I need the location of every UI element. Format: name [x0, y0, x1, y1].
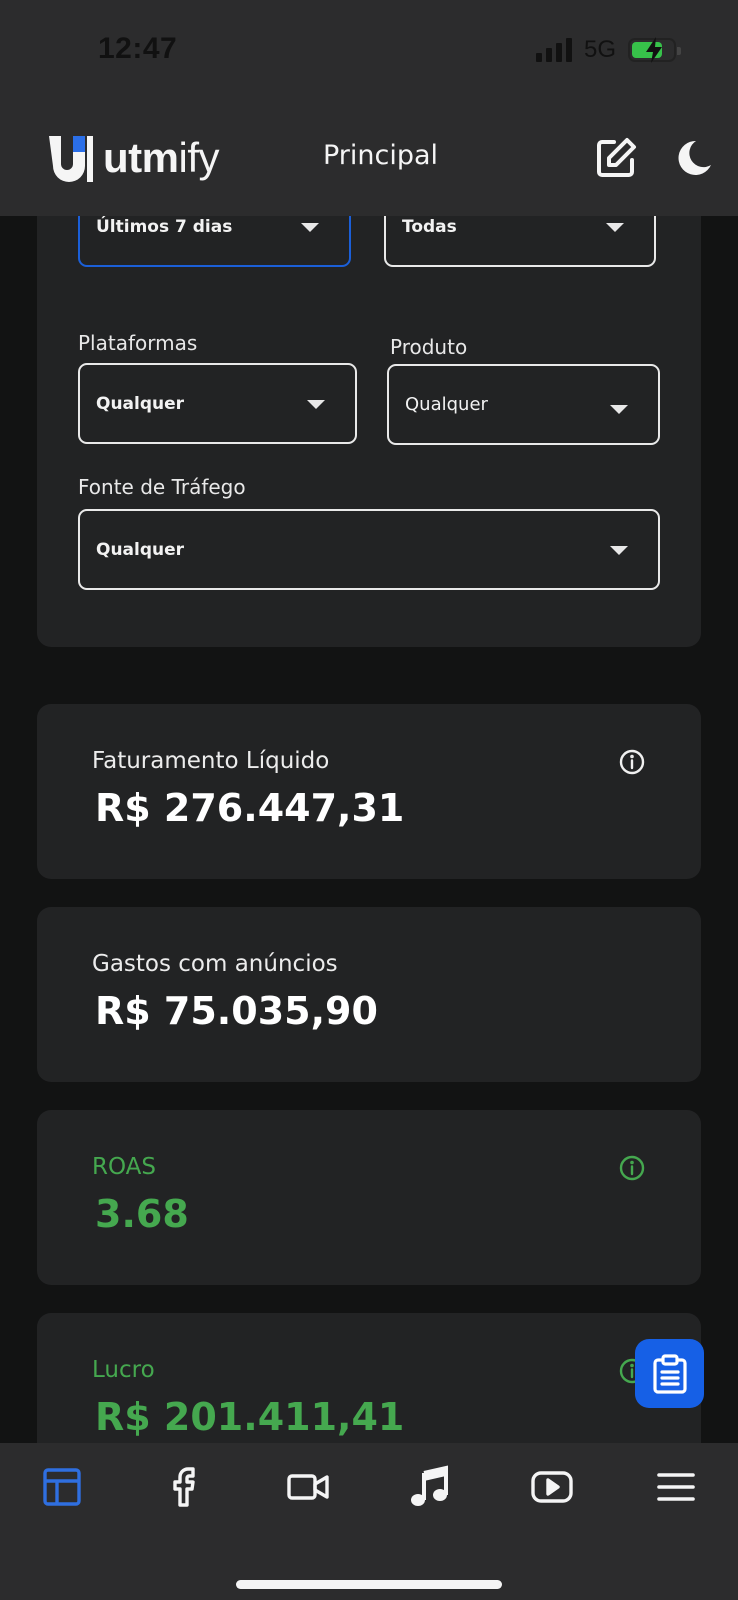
signal-icon — [535, 38, 572, 62]
clipboard-fab-button[interactable] — [635, 1339, 704, 1408]
moon-icon[interactable] — [674, 138, 714, 178]
chevron-down-icon — [307, 399, 325, 409]
period-select-value: Últimos 7 dias — [96, 216, 233, 237]
menu-icon[interactable] — [654, 1465, 698, 1509]
video-camera-icon[interactable] — [286, 1465, 330, 1509]
youtube-icon[interactable] — [530, 1465, 574, 1509]
account-select-value: Todas — [402, 216, 457, 237]
traffic-source-label: Fonte de Tráfego — [78, 475, 246, 499]
status-time: 12:47 — [98, 32, 178, 65]
music-note-icon[interactable] — [408, 1465, 452, 1509]
metric-card-ad-spend: Gastos com anúncios R$ 75.035,90 — [37, 907, 701, 1082]
status-indicators: 5G — [535, 36, 681, 64]
logo[interactable]: utmify — [47, 134, 219, 182]
traffic-source-select[interactable]: Qualquer — [78, 509, 660, 590]
info-icon[interactable] — [619, 749, 645, 775]
metric-card-net-revenue: Faturamento Líquido R$ 276.447,31 — [37, 704, 701, 879]
dashboard-icon[interactable] — [40, 1465, 84, 1509]
filters-card: Últimos 7 dias Todas Plataformas Produto… — [37, 140, 701, 647]
app-header: utmify Principal — [0, 100, 738, 216]
metric-value: 3.68 — [95, 1192, 189, 1236]
page-title: Principal — [323, 140, 439, 171]
metric-label: Lucro — [92, 1357, 155, 1383]
platforms-select-value: Qualquer — [96, 393, 185, 414]
chevron-down-icon — [610, 545, 628, 555]
chevron-down-icon — [301, 222, 319, 232]
logo-text: utmify — [103, 134, 219, 181]
metric-value: R$ 75.035,90 — [95, 989, 378, 1033]
metric-label: ROAS — [92, 1154, 157, 1180]
product-label: Produto — [390, 335, 468, 359]
metric-value: R$ 276.447,31 — [95, 786, 405, 830]
facebook-icon[interactable] — [162, 1465, 206, 1509]
product-select-value: Qualquer — [405, 394, 488, 415]
chevron-down-icon — [606, 222, 624, 232]
network-type: 5G — [583, 36, 616, 63]
platforms-select[interactable]: Qualquer — [78, 363, 357, 444]
bottom-nav — [0, 1443, 738, 1600]
info-icon[interactable] — [619, 1155, 645, 1181]
traffic-source-select-value: Qualquer — [96, 539, 185, 560]
clipboard-icon — [652, 1353, 687, 1394]
status-bar: 12:47 5G — [0, 0, 738, 100]
metric-label: Faturamento Líquido — [92, 748, 330, 774]
logo-mark-icon — [49, 136, 93, 182]
metric-value: R$ 201.411,41 — [95, 1395, 405, 1439]
edit-icon[interactable] — [594, 136, 638, 180]
product-select[interactable]: Qualquer — [387, 364, 660, 445]
battery-icon — [628, 37, 681, 63]
metric-label: Gastos com anúncios — [92, 951, 338, 977]
metric-card-roas: ROAS 3.68 — [37, 1110, 701, 1285]
platforms-label: Plataformas — [78, 331, 198, 355]
chevron-down-icon — [610, 404, 628, 414]
home-indicator[interactable] — [236, 1580, 502, 1589]
